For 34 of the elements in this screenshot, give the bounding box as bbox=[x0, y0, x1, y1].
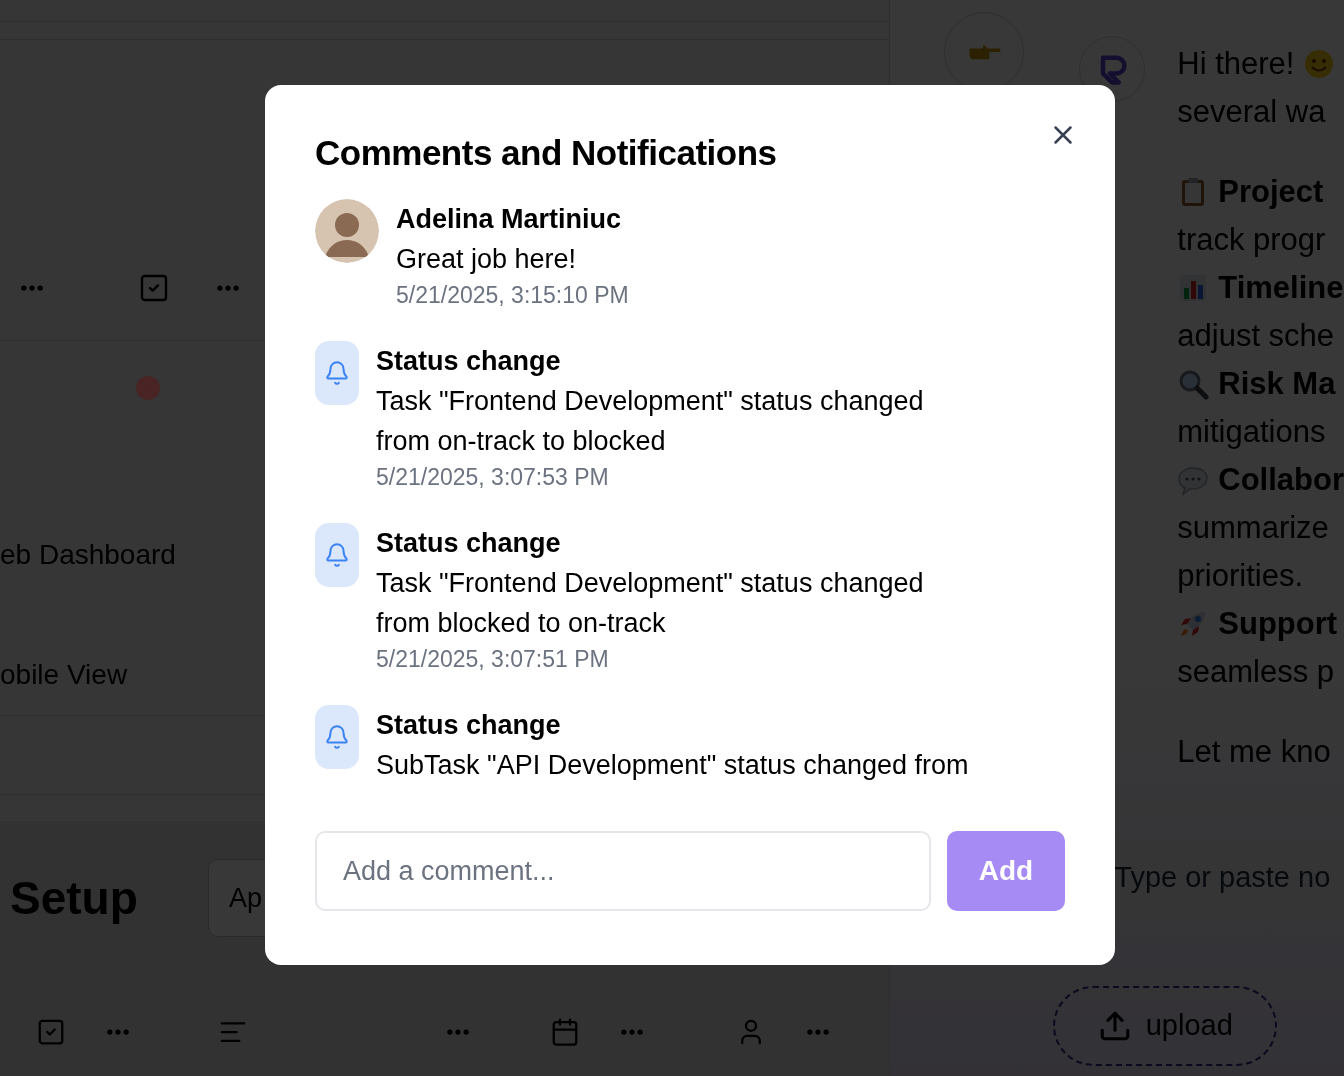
add-button[interactable]: Add bbox=[947, 831, 1065, 911]
chat-text: Let me kno bbox=[1177, 733, 1332, 771]
entry-text: Task "Frontend Development" status changed bbox=[376, 567, 924, 600]
bell-icon bbox=[315, 341, 359, 405]
entry-title: Status change bbox=[376, 709, 562, 742]
chat-heading: Timeline bbox=[1218, 269, 1344, 307]
chat-heading: Collabor bbox=[1218, 461, 1344, 499]
entry-text: from blocked to on-track bbox=[376, 607, 667, 640]
entry-text: from on-track to blocked bbox=[376, 425, 667, 458]
bell-icon bbox=[315, 705, 359, 769]
chat-text: priorities. bbox=[1177, 557, 1305, 595]
chat-text: adjust sche bbox=[1177, 317, 1336, 355]
entry-text: Task "Frontend Development" status changed bbox=[376, 385, 924, 418]
entry-title: Status change bbox=[376, 527, 562, 560]
entry-text: SubTask "API Development" status changed from bbox=[376, 749, 969, 782]
timestamp: 5/21/2025, 3:15:10 PM bbox=[396, 281, 629, 310]
bell-icon bbox=[315, 523, 359, 587]
comment-field[interactable]: Add a comment... bbox=[315, 831, 931, 911]
chat-text: track progr bbox=[1177, 221, 1327, 259]
chat-heading: Project bbox=[1218, 173, 1324, 211]
chat-text: Hi there! bbox=[1177, 45, 1295, 83]
entry-text: Great job here! bbox=[396, 243, 578, 276]
chat-text: mitigations bbox=[1177, 413, 1327, 451]
timestamp: 5/21/2025, 3:07:53 PM bbox=[376, 463, 610, 492]
chat-heading: Risk Ma bbox=[1218, 365, 1336, 403]
entry-title: Status change bbox=[376, 345, 562, 378]
timestamp: 5/21/2025, 3:07:51 PM bbox=[376, 645, 610, 674]
avatar bbox=[315, 199, 379, 263]
chat-text: several wa bbox=[1177, 93, 1327, 131]
chat-text: seamless p bbox=[1177, 653, 1336, 691]
chat-text: summarize bbox=[1177, 509, 1330, 547]
entry-title: Adelina Martiniuc bbox=[396, 203, 623, 236]
chat-heading: Support bbox=[1218, 605, 1338, 643]
dialog-title: Comments and Notifications bbox=[315, 132, 778, 174]
